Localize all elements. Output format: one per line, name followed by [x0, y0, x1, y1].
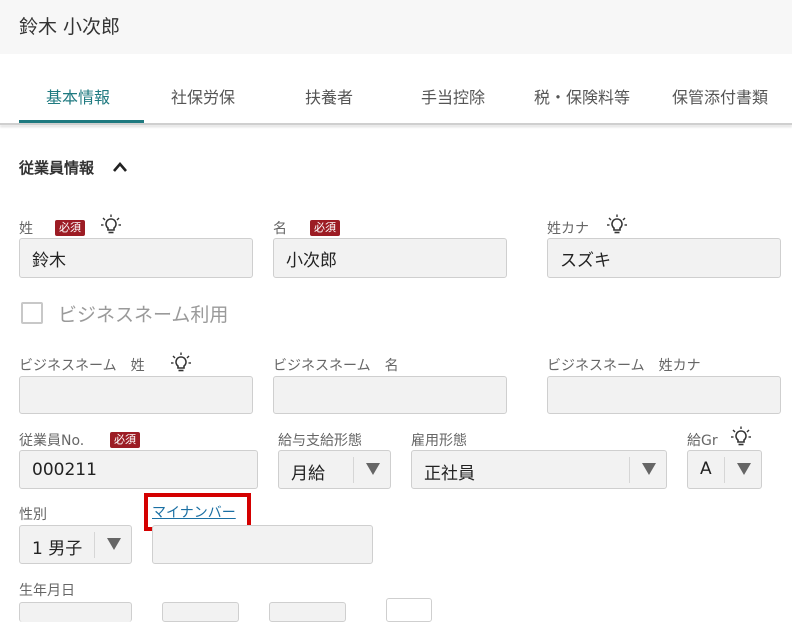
employment-type-value: 正社員 — [424, 464, 475, 484]
tab-dependents[interactable]: 扶養者 — [305, 84, 353, 108]
tab-divider — [0, 123, 792, 125]
first-name-label: 名 — [273, 221, 287, 237]
lightbulb-icon[interactable] — [730, 426, 752, 448]
required-badge: 必須 — [55, 220, 85, 236]
first-name-input[interactable]: 小次郎 — [273, 238, 507, 278]
dropdown-arrow-icon — [737, 463, 751, 475]
select-divider — [94, 532, 95, 558]
lightbulb-icon[interactable] — [170, 352, 192, 374]
select-divider — [629, 457, 630, 483]
business-first-name-input[interactable] — [273, 376, 507, 414]
select-divider — [353, 457, 354, 483]
birth-date-label: 生年月日 — [19, 583, 75, 599]
pay-grade-select[interactable]: A — [687, 450, 762, 489]
required-badge: 必須 — [110, 432, 140, 448]
birth-day-input[interactable] — [386, 598, 432, 622]
gender-select[interactable]: 1 男子 — [19, 525, 132, 564]
lightbulb-icon[interactable] — [606, 214, 628, 236]
pay-grade-value: A — [700, 459, 712, 479]
my-number-input[interactable] — [152, 525, 373, 564]
gender-value: 1 男子 — [32, 539, 83, 559]
pay-type-value: 月給 — [291, 464, 325, 484]
select-divider — [724, 457, 725, 483]
employment-type-label: 雇用形態 — [411, 433, 467, 449]
business-name-checkbox[interactable] — [21, 302, 43, 324]
tab-allowances-deductions[interactable]: 手当控除 — [421, 84, 485, 108]
pay-type-select[interactable]: 月給 — [278, 450, 391, 489]
last-name-label: 姓 — [19, 221, 33, 237]
tab-tax-insurance[interactable]: 税・保険料等 — [534, 84, 630, 108]
dropdown-arrow-icon — [107, 538, 121, 550]
gender-label: 性別 — [19, 507, 47, 523]
business-last-name-label: ビジネスネーム 姓 — [19, 358, 145, 374]
chevron-up-icon[interactable] — [112, 160, 128, 174]
tab-attached-documents[interactable]: 保管添付書類 — [672, 84, 768, 108]
business-kana-label: ビジネスネーム 姓カナ — [547, 358, 701, 374]
employee-no-input[interactable]: 000211 — [19, 450, 258, 489]
employee-no-label: 従業員No. — [19, 433, 85, 449]
employee-name-title: 鈴木 小次郎 — [19, 16, 121, 38]
tab-basic-info[interactable]: 基本情報 — [46, 84, 110, 108]
business-first-name-label: ビジネスネーム 名 — [273, 358, 399, 374]
section-title: 従業員情報 — [19, 159, 95, 177]
dropdown-arrow-icon — [366, 463, 380, 475]
business-last-name-input[interactable] — [19, 376, 253, 414]
birth-month-input[interactable] — [269, 602, 346, 622]
dropdown-arrow-icon — [642, 463, 656, 475]
birth-era-select[interactable] — [19, 602, 132, 622]
last-name-kana-label: 姓カナ — [547, 221, 589, 237]
birth-year-input[interactable] — [162, 602, 239, 622]
lightbulb-icon[interactable] — [100, 214, 122, 236]
tab-social-insurance[interactable]: 社保労保 — [171, 84, 235, 108]
required-badge: 必須 — [310, 220, 340, 236]
employment-type-select[interactable]: 正社員 — [411, 450, 667, 489]
business-name-checkbox-label: ビジネスネーム利用 — [58, 304, 229, 326]
pay-type-label: 給与支給形態 — [278, 433, 362, 449]
last-name-kana-input[interactable]: スズキ — [547, 238, 781, 278]
business-kana-input[interactable] — [547, 376, 781, 414]
pay-grade-label: 給Gr — [687, 433, 718, 449]
my-number-link[interactable]: マイナンバー — [152, 502, 236, 522]
last-name-input[interactable]: 鈴木 — [19, 238, 253, 278]
